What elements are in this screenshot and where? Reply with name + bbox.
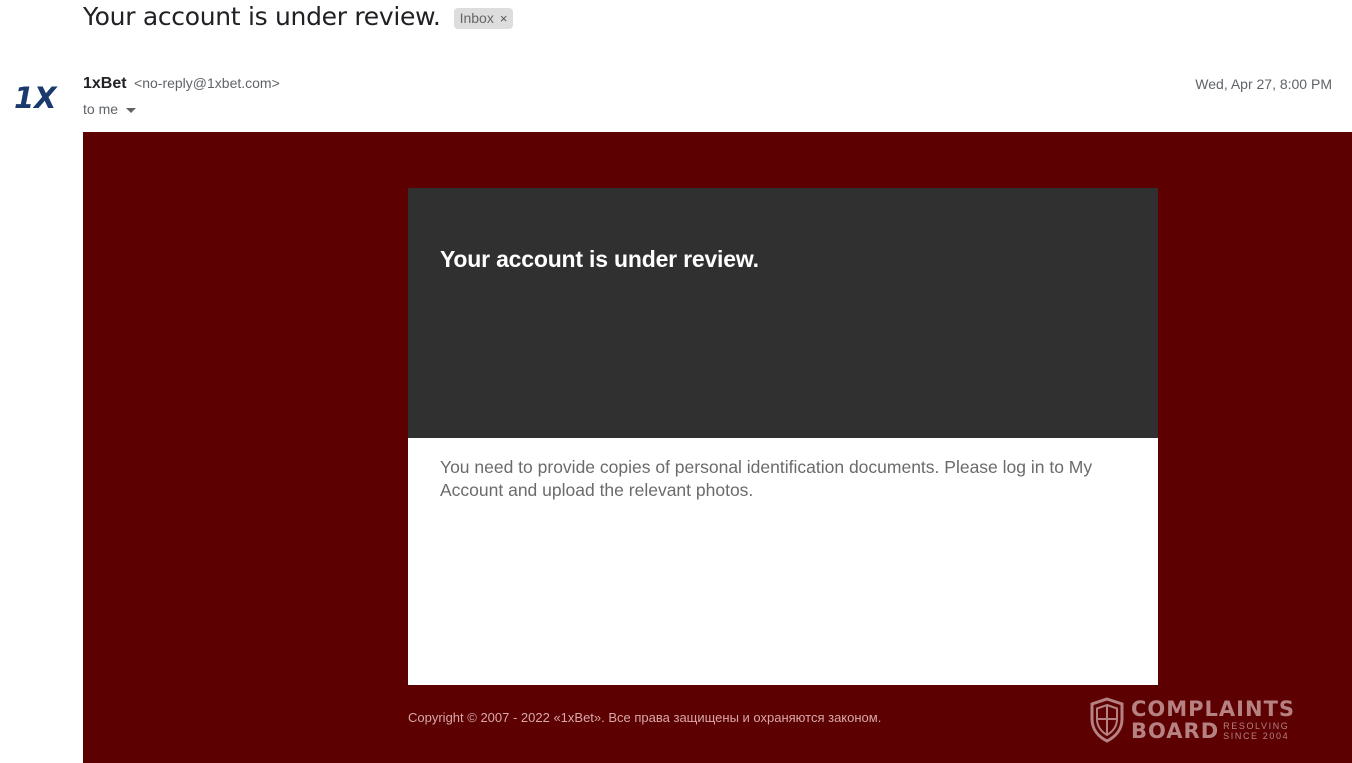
recipient-line[interactable]: to me — [83, 101, 137, 117]
watermark-line2: BOARD — [1131, 719, 1220, 743]
shield-icon — [1090, 697, 1124, 743]
subject-row: Your account is under review. Inbox × — [83, 2, 514, 31]
watermark-tag1: RESOLVING — [1223, 721, 1290, 731]
sender-logo-text: 1X — [14, 81, 58, 114]
complaints-board-watermark: COMPLAINTS BOARD RESOLVING SINCE 2004 — [1090, 697, 1295, 743]
sender-line: 1xBet <no-reply@1xbet.com> — [83, 75, 280, 93]
email-copyright: Copyright © 2007 - 2022 «1xBet». Все пра… — [408, 710, 882, 725]
watermark-line1: COMPLAINTS — [1131, 697, 1296, 721]
email-date: Wed, Apr 27, 8:00 PM — [1195, 76, 1332, 92]
email-content: Your account is under review. You need t… — [83, 132, 1352, 763]
sender-name[interactable]: 1xBet — [83, 75, 127, 92]
email-view: Your account is under review. Inbox × 1X… — [0, 0, 1352, 763]
inbox-label[interactable]: Inbox × — [453, 8, 514, 29]
recipient-text: to me — [83, 101, 119, 117]
email-message-panel: You need to provide copies of personal i… — [408, 438, 1158, 685]
email-message: You need to provide copies of personal i… — [440, 457, 1093, 500]
remove-label-icon[interactable]: × — [500, 11, 508, 26]
email-header-panel: Your account is under review. — [408, 188, 1158, 438]
watermark-tag2: SINCE 2004 — [1223, 731, 1290, 741]
email-subject: Your account is under review. — [83, 2, 441, 31]
inbox-label-text: Inbox — [459, 10, 494, 26]
sender-avatar: 1X — [14, 81, 58, 114]
chevron-down-icon[interactable] — [126, 107, 137, 113]
sender-email: <no-reply@1xbet.com> — [134, 75, 280, 91]
email-heading: Your account is under review. — [440, 246, 759, 272]
